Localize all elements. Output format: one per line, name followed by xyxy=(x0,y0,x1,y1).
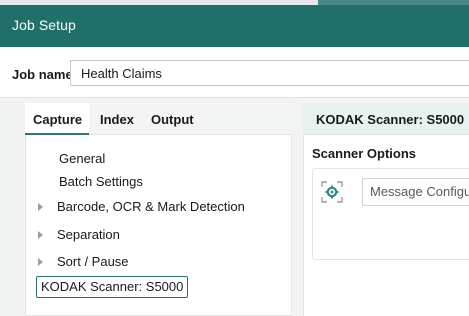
scanner-options-title: Scanner Options xyxy=(312,146,417,161)
tree-item-batch-settings[interactable]: Batch Settings xyxy=(59,174,143,189)
tree-item-barcode-ocr[interactable]: Barcode, OCR & Mark Detection xyxy=(57,199,245,214)
tree-item-separation[interactable]: Separation xyxy=(57,227,120,242)
title-bar: Job Setup xyxy=(0,5,469,47)
scanner-header: KODAK Scanner: S5000 xyxy=(303,103,469,135)
expand-caret-icon[interactable] xyxy=(38,203,43,211)
scanner-header-title: KODAK Scanner: S5000 xyxy=(316,112,465,127)
tree-item-sort-pause[interactable]: Sort / Pause xyxy=(57,254,129,269)
job-name-input[interactable] xyxy=(70,60,469,86)
settings-frame-icon[interactable] xyxy=(321,181,343,203)
tree-item-general[interactable]: General xyxy=(59,151,105,166)
tree-item-kodak-scanner[interactable]: KODAK Scanner: S5000 xyxy=(36,276,189,298)
tab-index[interactable]: Index xyxy=(100,112,134,127)
expand-caret-icon[interactable] xyxy=(38,231,43,239)
tab-capture-label[interactable]: Capture xyxy=(33,112,82,127)
message-configuration-field[interactable]: Message Configu xyxy=(362,178,469,206)
expand-caret-icon[interactable] xyxy=(38,258,43,266)
job-name-row: Job name: xyxy=(0,47,469,98)
window-title: Job Setup xyxy=(12,17,76,33)
tab-output[interactable]: Output xyxy=(151,112,194,127)
job-name-label: Job name: xyxy=(12,67,78,82)
job-setup-window: Job Setup Job name: Capture Index Output… xyxy=(0,0,469,316)
